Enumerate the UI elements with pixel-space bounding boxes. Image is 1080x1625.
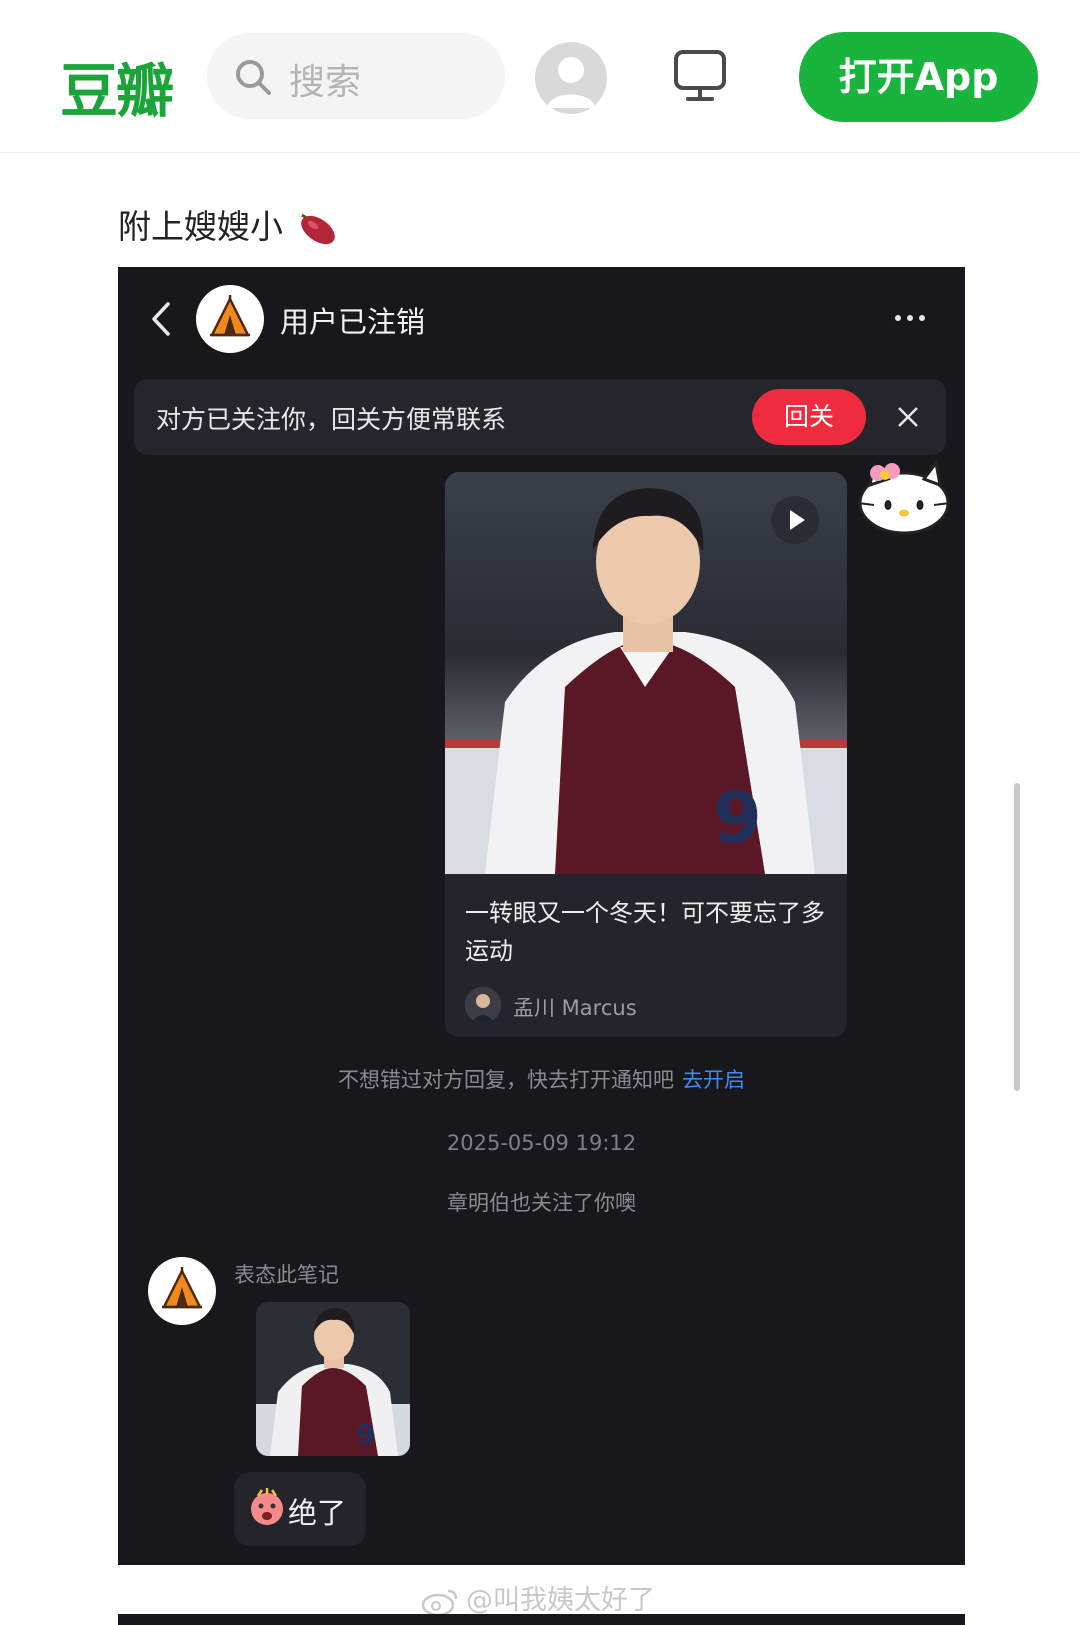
weibo-watermark: @叫我姨太好了 bbox=[420, 1578, 655, 1617]
post-text-content: 附上嫂嫂小 bbox=[118, 207, 283, 246]
search-placeholder: 搜索 bbox=[289, 62, 362, 103]
system-message: 章明伯也关注了你噢 bbox=[447, 1191, 636, 1215]
shocked-face-icon bbox=[251, 1488, 283, 1525]
open-app-button[interactable]: 打开App bbox=[799, 32, 1038, 122]
reply-bubble[interactable]: 绝了 bbox=[234, 1472, 366, 1546]
note-author: 孟川 Marcus bbox=[513, 996, 637, 1020]
search-icon bbox=[236, 60, 271, 95]
chat-header: 用户已注销 bbox=[118, 267, 965, 367]
tent-icon bbox=[162, 1267, 202, 1309]
top-bar: 豆瓣 搜索 打开App bbox=[0, 0, 1080, 153]
douban-logo[interactable]: 豆瓣 bbox=[60, 44, 174, 128]
contact-avatar[interactable] bbox=[196, 285, 264, 353]
close-icon[interactable] bbox=[896, 405, 920, 429]
page-scrollbar[interactable] bbox=[1014, 783, 1020, 1091]
monitor-icon[interactable] bbox=[672, 48, 728, 104]
follow-prompt: 对方已关注你，回关方便常联系 bbox=[156, 405, 507, 434]
enable-notification-link[interactable]: 去开启 bbox=[682, 1068, 745, 1092]
svg-text:9: 9 bbox=[356, 1418, 375, 1451]
author-avatar bbox=[465, 987, 501, 1023]
follow-back-button[interactable]: 回关 bbox=[752, 389, 866, 445]
tent-icon bbox=[210, 295, 250, 337]
sender-avatar[interactable] bbox=[148, 1257, 216, 1325]
note-title: 一转眼又一个冬天！可不要忘了多运动 bbox=[465, 899, 825, 965]
back-icon[interactable] bbox=[150, 301, 172, 337]
follow-back-banner: 对方已关注你，回关方便常联系 回关 bbox=[134, 379, 946, 455]
weibo-icon bbox=[421, 1589, 458, 1616]
play-icon[interactable] bbox=[769, 494, 821, 546]
hello-kitty-sticker bbox=[857, 459, 951, 535]
chat-screenshot: 用户已注销 对方已关注你，回关方便常联系 回关 9 一转眼又一个冬天！可不要忘了… bbox=[118, 267, 965, 1565]
author-portrait-icon bbox=[465, 987, 501, 1023]
search-box[interactable]: 搜索 bbox=[207, 33, 505, 119]
post-text: 附上嫂嫂小 bbox=[118, 200, 340, 249]
contact-name: 用户已注销 bbox=[280, 305, 426, 339]
notification-prompt: 不想错过对方回复，快去打开通知吧 去开启 bbox=[118, 1064, 965, 1094]
shared-note-card[interactable]: 9 一转眼又一个冬天！可不要忘了多运动 孟川 Marcus bbox=[445, 472, 847, 1037]
next-image-edge bbox=[118, 1614, 965, 1625]
more-icon[interactable] bbox=[894, 313, 926, 323]
user-avatar[interactable] bbox=[535, 42, 607, 114]
user-silhouette-icon bbox=[547, 57, 595, 108]
reply-text: 绝了 bbox=[288, 1496, 347, 1530]
note-thumbnail[interactable]: 9 bbox=[256, 1302, 410, 1456]
svg-text:9: 9 bbox=[713, 777, 762, 859]
reaction-label: 表态此笔记 bbox=[234, 1263, 339, 1287]
sweet-potato-icon bbox=[300, 213, 335, 244]
watermark-text: @叫我姨太好了 bbox=[466, 1585, 655, 1616]
message-timestamp: 2025-05-09 19:12 bbox=[446, 1131, 637, 1155]
notification-prompt-text: 不想错过对方回复，快去打开通知吧 bbox=[338, 1068, 674, 1092]
